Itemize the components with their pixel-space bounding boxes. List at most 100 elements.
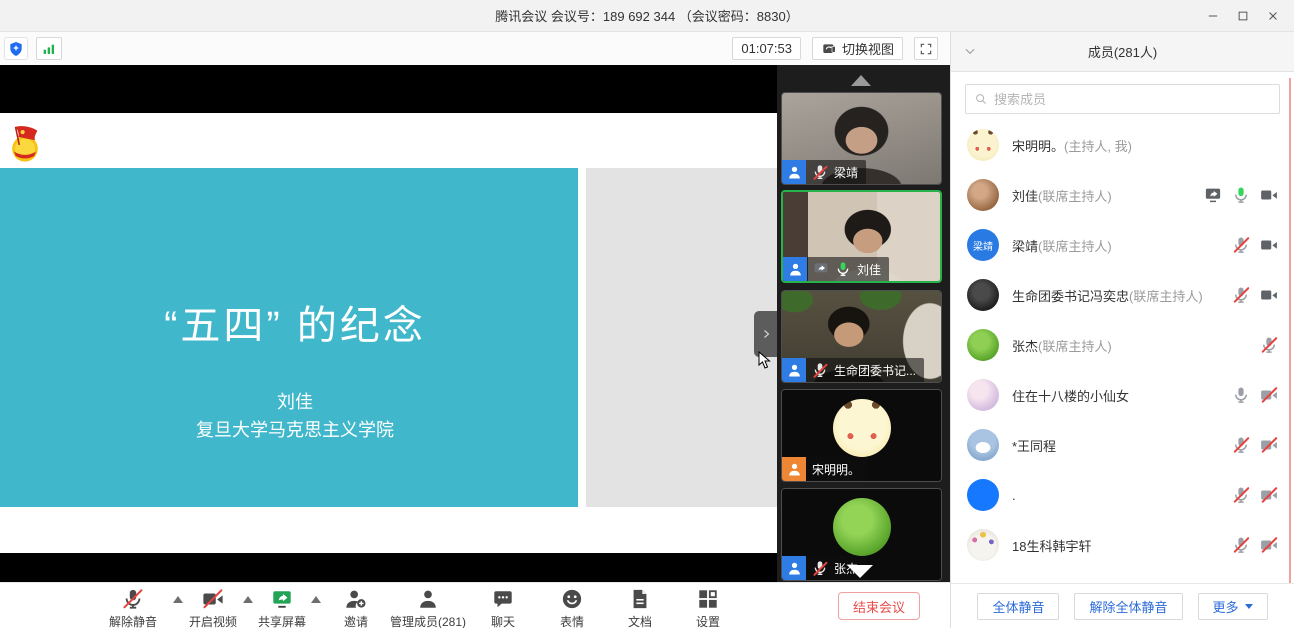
mic-on-icon <box>1232 386 1250 404</box>
mute-all-button[interactable]: 全体静音 <box>977 593 1059 620</box>
search-input[interactable] <box>994 92 1271 107</box>
member-name: 刘佳 <box>1012 189 1038 204</box>
video-tile-shengmingtuanwei[interactable]: 生命团委书记... <box>781 290 942 383</box>
mic-on-icon <box>835 261 851 277</box>
member-role: (主持人, 我) <box>1064 139 1132 154</box>
video-thumbnail-strip: 梁靖 刘佳 生命团委书记... <box>777 65 950 582</box>
tile-name-tag: 生命团委书记... <box>782 358 924 382</box>
mic-muted-icon <box>812 362 828 378</box>
chevron-right-icon <box>760 328 772 340</box>
chat-icon <box>492 588 514 610</box>
slide-title-block: “五四” 的纪念 刘佳 复旦大学马克思主义学院 <box>0 168 578 507</box>
member-name: 张杰 <box>1012 339 1038 354</box>
member-row[interactable]: 宋明明。(主持人, 我) <box>951 120 1294 170</box>
meeting-timer: 01:07:53 <box>732 37 801 60</box>
camera-off-icon <box>1260 386 1278 404</box>
member-role: (联席主持人) <box>1038 189 1112 204</box>
mouse-cursor <box>758 351 771 370</box>
settings-button[interactable]: 设置 <box>660 588 756 628</box>
member-row[interactable]: 梁靖 梁靖(联席主持人) <box>951 220 1294 270</box>
security-button[interactable] <box>4 37 28 60</box>
avatar <box>833 399 891 457</box>
member-search <box>951 72 1294 120</box>
members-panel-title: 成员(281人) <box>1088 42 1157 61</box>
member-row[interactable]: 生命团委书记冯奕忠(联席主持人) <box>951 270 1294 320</box>
search-icon <box>974 92 988 106</box>
caret-down-icon <box>1245 604 1253 609</box>
mic-muted-icon <box>812 164 828 180</box>
avatar: 梁靖 <box>967 229 999 261</box>
mic-muted-icon <box>122 588 144 610</box>
unmute-all-button[interactable]: 解除全体静音 <box>1074 593 1182 620</box>
member-role: (联席主持人) <box>1129 289 1203 304</box>
main-stage: “五四” 的纪念 刘佳 复旦大学马克思主义学院 <box>0 65 950 582</box>
member-role: (联席主持人) <box>1038 239 1112 254</box>
mic-muted-icon <box>1260 336 1278 354</box>
avatar <box>967 379 999 411</box>
collapse-panel-button[interactable] <box>963 44 979 60</box>
chevron-down-icon <box>963 44 977 58</box>
end-meeting-button[interactable]: 结束会议 <box>838 592 920 620</box>
mic-on-icon <box>1232 186 1250 204</box>
mic-muted-icon <box>1232 536 1250 554</box>
member-badge-icon <box>783 257 807 281</box>
maximize-button[interactable] <box>1228 0 1258 32</box>
window-title: 腾讯会议 会议号：189 692 344 （会议密码：8830） <box>495 6 798 25</box>
network-status-button[interactable] <box>36 37 62 60</box>
meeting-toolbar: 01:07:53 切换视图 <box>0 32 950 65</box>
slide-title: “五四” 的纪念 <box>55 298 535 354</box>
member-row[interactable]: 张杰(联席主持人) <box>951 320 1294 370</box>
signal-icon <box>41 41 57 57</box>
screen-share-icon <box>1204 186 1222 204</box>
member-name: 宋明明。 <box>1012 139 1064 154</box>
member-row[interactable]: 刘佳(联席主持人) <box>951 170 1294 220</box>
document-icon <box>629 588 651 610</box>
shield-icon <box>8 41 24 57</box>
avatar <box>967 179 999 211</box>
scroll-down-arrow[interactable] <box>847 565 873 578</box>
minimize-button[interactable] <box>1198 0 1228 32</box>
mic-muted-icon <box>1232 286 1250 304</box>
video-tile-liujia[interactable]: 刘佳 <box>781 190 942 283</box>
avatar <box>967 329 999 361</box>
member-badge-icon <box>782 358 806 382</box>
screen-share-icon <box>813 261 829 277</box>
member-name: 18生科韩宇轩 <box>1012 539 1091 554</box>
youth-league-emblem-icon <box>6 123 44 165</box>
scrollbar[interactable] <box>1289 78 1291 588</box>
member-badge-icon <box>782 160 806 184</box>
slide-side-block <box>586 168 777 507</box>
avatar <box>967 279 999 311</box>
fullscreen-icon <box>919 42 933 56</box>
emoji-icon <box>561 588 583 610</box>
member-name: 生命团委书记冯奕忠 <box>1012 289 1129 304</box>
video-tile-liangjing[interactable]: 梁靖 <box>781 92 942 185</box>
window-controls <box>1198 0 1288 32</box>
member-row[interactable]: . <box>951 470 1294 520</box>
minimize-icon <box>1206 9 1220 23</box>
more-button[interactable]: 更多 <box>1198 593 1268 620</box>
mic-muted-icon <box>812 560 828 576</box>
mic-muted-icon <box>1232 486 1250 504</box>
close-button[interactable] <box>1258 0 1288 32</box>
settings-grid-icon <box>697 588 719 610</box>
screen-share-icon <box>271 588 293 610</box>
close-icon <box>1266 9 1280 23</box>
member-row[interactable]: 住在十八楼的小仙女 <box>951 370 1294 420</box>
member-name: 梁靖 <box>1012 239 1038 254</box>
mic-muted-icon <box>1232 236 1250 254</box>
video-tile-songmingming[interactable]: 宋明明。 <box>781 389 942 482</box>
members-panel-footer: 全体静音 解除全体静音 更多 <box>951 583 1294 628</box>
switch-view-button[interactable]: 切换视图 <box>812 37 903 60</box>
presentation-slide: “五四” 的纪念 刘佳 复旦大学马克思主义学院 <box>0 113 777 553</box>
avatar <box>967 479 999 511</box>
scroll-up-arrow[interactable] <box>851 75 871 86</box>
member-role: (联席主持人) <box>1038 339 1112 354</box>
member-list: 宋明明。(主持人, 我) 刘佳(联席主持人) 梁靖 梁靖(联席主持人) <box>951 120 1294 583</box>
fullscreen-button[interactable] <box>914 37 938 60</box>
member-row[interactable]: *王同程 <box>951 420 1294 470</box>
member-name: *王同程 <box>1012 439 1056 454</box>
member-row[interactable]: 18生科韩宇轩 <box>951 520 1294 570</box>
avatar <box>967 429 999 461</box>
members-icon <box>417 588 439 610</box>
